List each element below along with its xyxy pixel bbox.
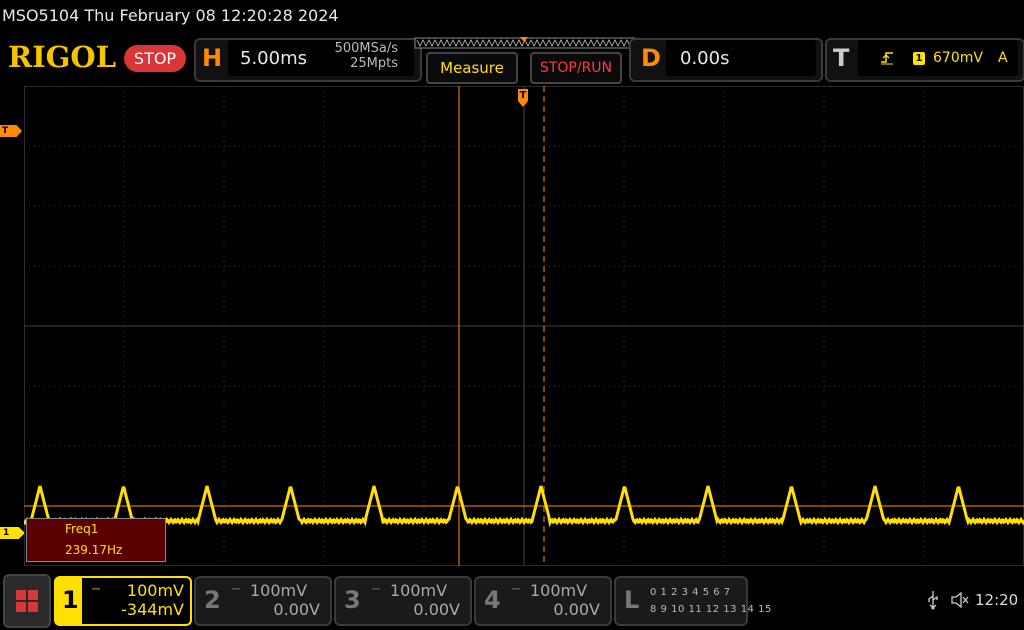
trigger-position-marker[interactable]: T [516, 87, 530, 109]
channel-3-coupling-icon: ⎓ [372, 584, 380, 595]
channel-3-scale: 100mV [390, 581, 448, 600]
speaker-muted-icon[interactable] [950, 590, 970, 610]
channel-4-panel[interactable]: 4 ⎓ 100mV 0.00V [474, 576, 612, 626]
channel-1-coupling-icon: ⎓ [92, 584, 100, 595]
trigger-mode: A [998, 50, 1008, 66]
rising-edge-icon [881, 52, 893, 65]
waveform-grid[interactable] [24, 86, 1024, 566]
delay-value: 0.00s [680, 48, 730, 69]
measure-button[interactable]: Measure [426, 52, 518, 84]
channel-2-coupling-icon: ⎓ [232, 584, 240, 595]
measurement-label: Freq1 [65, 522, 99, 536]
logic-channels-row1: 0 1 2 3 4 5 6 7 [650, 587, 731, 598]
main-menu-button[interactable] [3, 574, 51, 628]
channel-1-number: 1 [62, 586, 79, 614]
channel-2-offset: 0.00V [273, 600, 320, 619]
marker-rail [0, 86, 24, 566]
trigger-level: 670mV [933, 50, 983, 66]
measurement-value: 239.17Hz [65, 543, 123, 557]
title-bar: MSO5104 Thu February 08 12:20:28 2024 [0, 0, 1024, 34]
logic-label: L [624, 586, 640, 614]
usb-icon [928, 591, 938, 610]
channel-1-panel[interactable]: 1 ⎓ 100mV -344mV [54, 576, 192, 626]
channel-4-offset: 0.00V [553, 600, 600, 619]
channel-4-coupling-icon: ⎓ [512, 584, 520, 595]
measurement-panel[interactable]: Freq1 239.17Hz [26, 518, 166, 562]
channel-3-number: 3 [344, 586, 361, 614]
channel-3-panel[interactable]: 3 ⎓ 100mV 0.00V [334, 576, 472, 626]
timebase-value: 5.00ms [240, 48, 307, 69]
stop-run-button[interactable]: STOP/RUN [530, 52, 622, 84]
channel-1-offset: -344mV [121, 600, 184, 619]
channel-4-scale: 100mV [530, 581, 588, 600]
logic-channels-panel[interactable]: L 0 1 2 3 4 5 6 7 8 9 10 11 12 13 14 15 [614, 576, 771, 626]
trigger-source-badge: 1 [913, 52, 925, 65]
menu-grid-icon [16, 590, 38, 612]
memory-depth: 25Mpts [350, 56, 398, 71]
run-state-indicator[interactable]: STOP [124, 45, 186, 72]
channel-4-number: 4 [484, 586, 501, 614]
channel-2-number: 2 [204, 586, 221, 614]
channel-3-offset: 0.00V [413, 600, 460, 619]
channel-2-panel[interactable]: 2 ⎓ 100mV 0.00V [194, 576, 332, 626]
status-time: 12:20 [975, 591, 1019, 609]
sample-rate: 500MSa/s [334, 41, 398, 56]
trigger-position-label: T [519, 90, 527, 101]
channel-2-scale: 100mV [250, 581, 308, 600]
trigger-label: T [833, 44, 850, 72]
brand-logo: RIGOL [8, 40, 117, 74]
logic-channels-row2: 8 9 10 11 12 13 14 15 [650, 604, 772, 615]
horizontal-label: H [202, 44, 223, 72]
device-datetime: MSO5104 Thu February 08 12:20:28 2024 [2, 6, 339, 25]
memory-overview [414, 37, 636, 49]
delay-label: D [641, 44, 661, 72]
channel-1-scale: 100mV [126, 581, 184, 600]
